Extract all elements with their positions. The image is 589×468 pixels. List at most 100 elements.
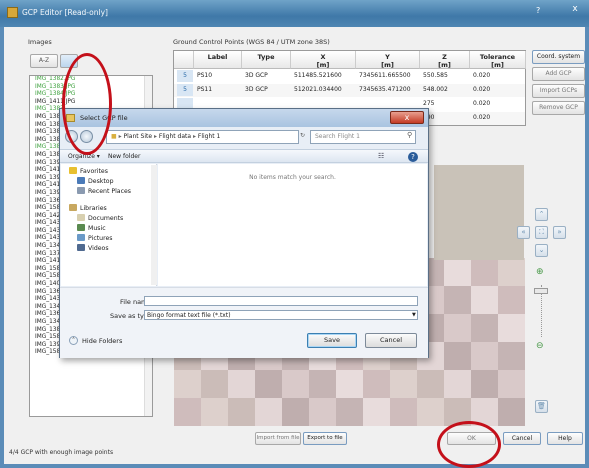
breadcrumb-item[interactable]: Flight data xyxy=(159,133,191,140)
view-options-icon[interactable]: ☷ xyxy=(378,152,384,160)
import-from-file-button[interactable]: Import from file xyxy=(255,432,301,445)
nav-item[interactable]: Libraries xyxy=(69,204,107,213)
coord-system-button[interactable]: Coord. system xyxy=(532,50,585,64)
image-tile xyxy=(174,370,201,398)
nav-item[interactable]: Music xyxy=(77,224,106,233)
sort-az-button[interactable]: A-Z xyxy=(30,54,58,68)
breadcrumb-arrow-icon: ▸ xyxy=(191,133,198,140)
nav-scrollbar[interactable] xyxy=(151,165,157,285)
image-tile xyxy=(228,370,255,398)
dialog-close-icon[interactable]: x xyxy=(390,111,424,124)
address-folder-icon: ■ xyxy=(111,133,119,140)
select-gcp-file-dialog: Select GCP file x ■ ▸ Plant Site ▸ Fligh… xyxy=(59,108,429,358)
nav-item[interactable]: Recent Places xyxy=(77,187,131,196)
image-tile xyxy=(444,258,471,286)
address-bar[interactable]: ■ ▸ Plant Site ▸ Flight data ▸ Flight 1 xyxy=(106,130,299,144)
nav-item[interactable]: Favorites xyxy=(69,167,108,176)
column-header[interactable]: Z [m] xyxy=(420,51,470,69)
image-tile xyxy=(255,370,282,398)
table-row[interactable]: 5 PS10 3D GCP 511485.521600 7345611.665500 55… xyxy=(174,70,525,83)
save-as-type-select[interactable]: Bingo format text file (*.txt) xyxy=(144,310,418,320)
new-folder-button[interactable]: New folder xyxy=(108,153,140,160)
nav-item-label: Pictures xyxy=(88,235,113,242)
image-tile xyxy=(471,342,498,370)
image-tile xyxy=(471,286,498,314)
image-tile xyxy=(444,370,471,398)
image-tile xyxy=(309,370,336,398)
column-header[interactable]: Tolerance [m] xyxy=(470,51,526,69)
breadcrumb-item[interactable]: Flight 1 xyxy=(198,133,220,140)
image-tile xyxy=(444,342,471,370)
table-cell: PS10 xyxy=(197,72,213,79)
export-to-file-button[interactable]: Export to file xyxy=(303,432,347,445)
dialog-help-icon[interactable]: ? xyxy=(408,152,418,162)
add-gcp-button[interactable]: Add GCP xyxy=(532,67,585,81)
image-tile xyxy=(444,286,471,314)
column-title: Tolerance xyxy=(479,53,516,61)
hide-folders-icon[interactable]: ⌃ xyxy=(69,336,78,345)
hide-folders-button[interactable]: Hide Folders xyxy=(82,337,122,345)
fit-view-icon[interactable]: ⛶ xyxy=(535,226,548,239)
image-tile xyxy=(228,398,255,426)
navigation-pane[interactable]: Favorites Desktop Recent Places Libraries Do… xyxy=(61,164,157,286)
column-header[interactable]: X [m] xyxy=(291,51,356,69)
import-gcps-button[interactable]: Import GCPs xyxy=(532,84,585,98)
zoom-in-icon[interactable]: ⊕ xyxy=(536,267,544,277)
close-icon[interactable]: x xyxy=(566,4,584,18)
zoom-slider-handle[interactable] xyxy=(534,288,548,294)
column-title: Type xyxy=(257,53,275,61)
breadcrumb-arrow-icon: ▸ xyxy=(152,133,159,140)
remove-gcp-button[interactable]: Remove GCP xyxy=(532,101,585,115)
window-title: GCP Editor [Read-only] xyxy=(22,8,108,17)
image-tile xyxy=(336,370,363,398)
image-tile xyxy=(471,258,498,286)
zoom-out-icon[interactable]: ⊖ xyxy=(536,341,544,351)
videos-icon xyxy=(77,244,85,251)
image-tile xyxy=(174,398,201,426)
nav-item[interactable]: Videos xyxy=(77,244,109,253)
nav-item[interactable]: Documents xyxy=(77,214,123,223)
column-header[interactable]: Type xyxy=(242,51,291,69)
image-tile xyxy=(498,258,525,286)
table-cell: 511485.521600 xyxy=(294,72,342,79)
help-button[interactable]: Help xyxy=(547,432,583,445)
image-tile xyxy=(363,370,390,398)
file-list-area[interactable]: No items match your search. xyxy=(158,164,427,286)
nav-item[interactable]: Pictures xyxy=(77,234,113,243)
app-icon xyxy=(7,7,18,18)
cancel-button[interactable]: Cancel xyxy=(503,432,541,445)
status-text: 4/4 GCP with enough image points xyxy=(9,449,114,456)
column-unit: [m] xyxy=(316,61,330,69)
image-tile xyxy=(471,314,498,342)
column-title: X xyxy=(320,53,326,61)
recent-places-icon xyxy=(77,187,85,194)
dialog-cancel-button[interactable]: Cancel xyxy=(365,333,417,348)
dialog-bottom-panel: File name: Save as type: Bingo format te… xyxy=(60,287,428,358)
column-header[interactable]: Y [m] xyxy=(356,51,420,69)
table-row[interactable]: 5 PS11 3D GCP 512021.034400 7345635.471200 54… xyxy=(174,84,525,97)
highlight-ring-images xyxy=(62,53,112,155)
dialog-title-bar: Select GCP file x xyxy=(60,109,428,127)
image-tile xyxy=(390,370,417,398)
pan-left-icon[interactable]: « xyxy=(517,226,530,239)
refresh-icon[interactable]: ↻ xyxy=(300,132,305,139)
pan-right-icon[interactable]: » xyxy=(553,226,566,239)
image-tile xyxy=(309,398,336,426)
pan-up-icon[interactable]: ⌃ xyxy=(535,208,548,221)
delete-icon[interactable]: 🗑 xyxy=(535,400,548,413)
file-name-field[interactable] xyxy=(144,296,418,306)
nav-item-label: Videos xyxy=(88,245,109,252)
table-cell: 7345635.471200 xyxy=(359,86,411,93)
save-button[interactable]: Save xyxy=(307,333,357,348)
help-icon[interactable]: ? xyxy=(536,6,540,15)
breadcrumb-item[interactable]: Plant Site xyxy=(124,133,153,140)
column-title: Label xyxy=(207,53,228,61)
pan-down-icon[interactable]: ⌄ xyxy=(535,244,548,257)
column-unit: [m] xyxy=(491,61,504,69)
column-header[interactable]: Label xyxy=(194,51,242,69)
table-cell: 5 xyxy=(177,84,193,96)
documents-icon xyxy=(77,214,85,221)
desktop-icon xyxy=(77,177,85,184)
search-input[interactable]: Search Flight 1 xyxy=(310,130,416,144)
nav-item[interactable]: Desktop xyxy=(77,177,114,186)
